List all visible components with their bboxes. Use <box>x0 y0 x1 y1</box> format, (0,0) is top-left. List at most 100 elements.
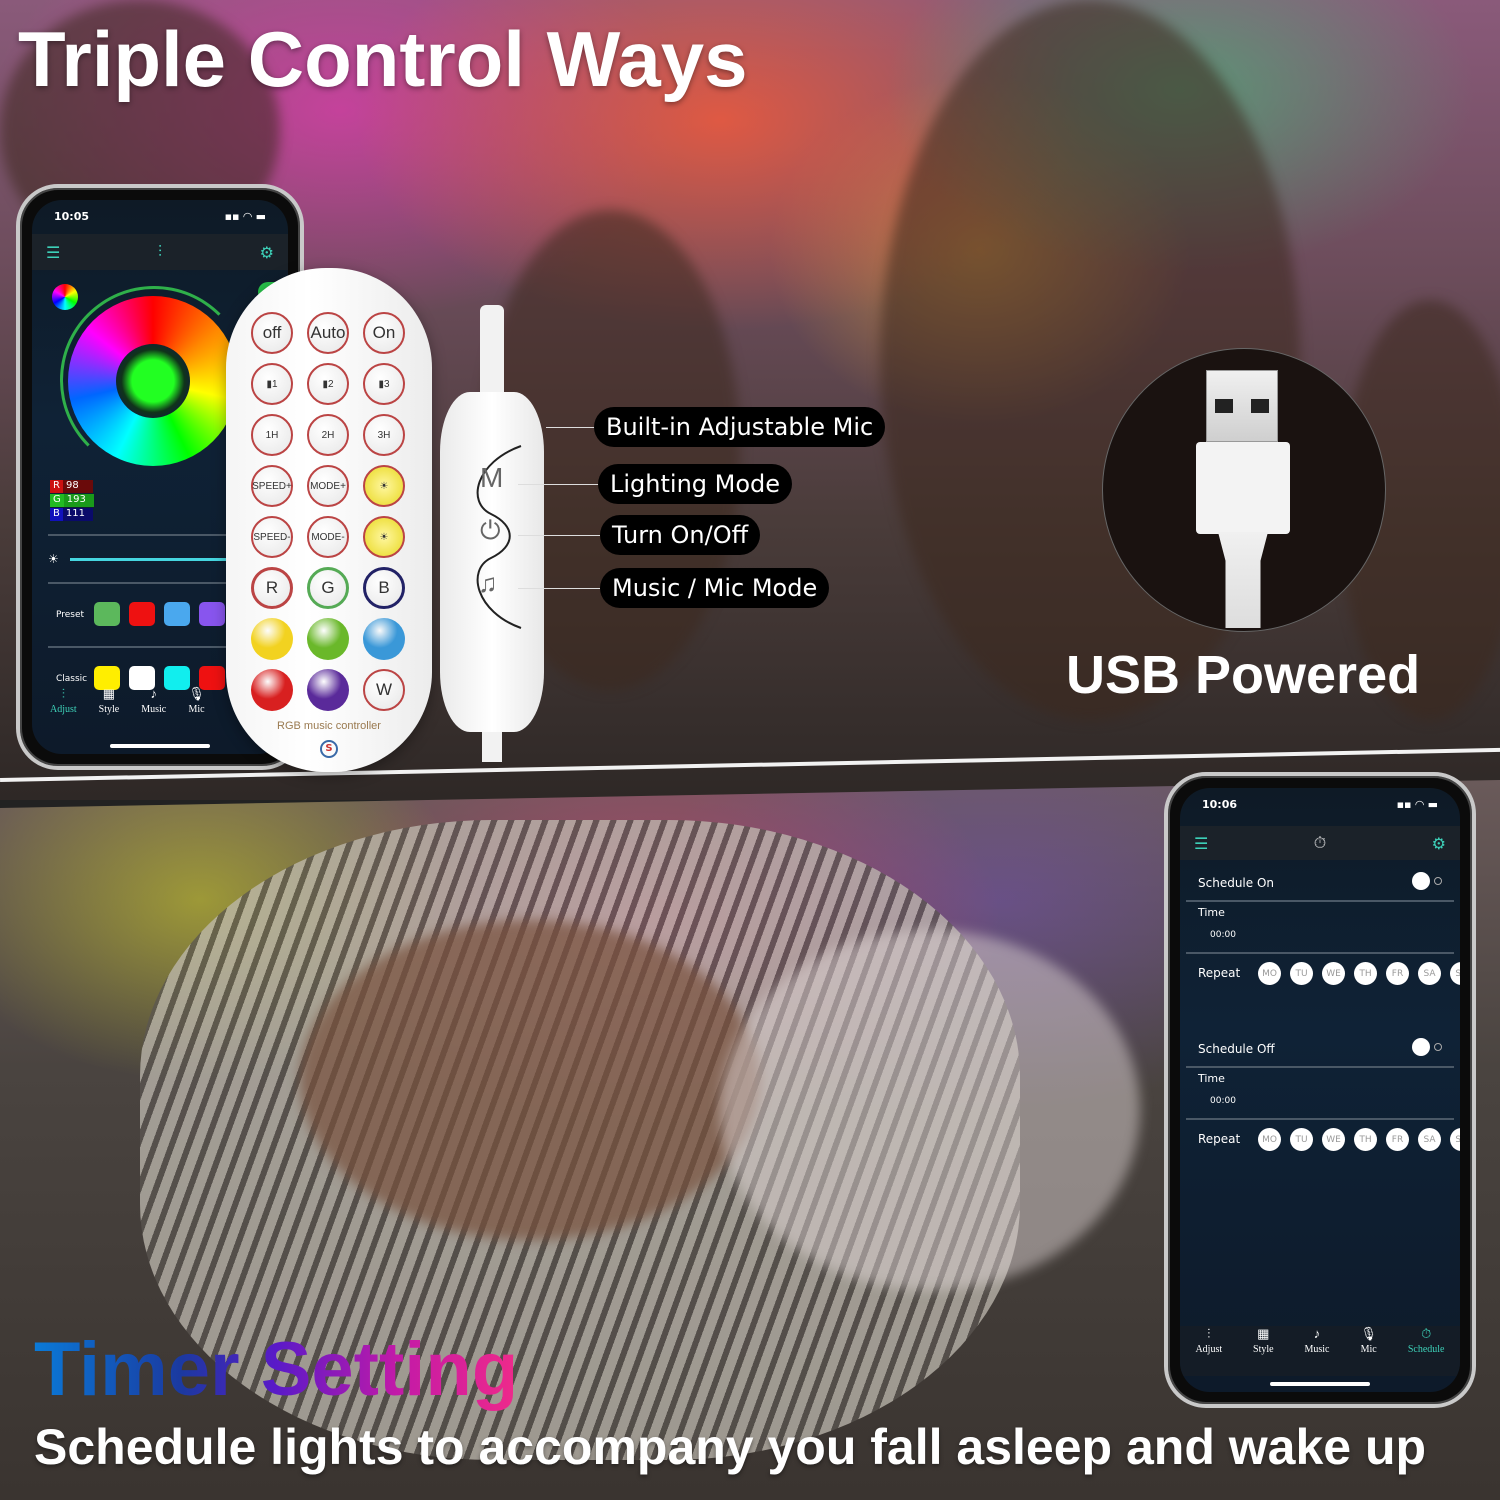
schedule-on-time[interactable]: 00:00 <box>1210 930 1446 940</box>
feature-mic: Built-in Adjustable Mic <box>594 407 886 447</box>
ir-remote: RGB music controller S off Auto On ▮1 ▮2 ▮3 1H… <box>226 268 432 772</box>
remote-button-2h[interactable]: 2H <box>307 414 349 456</box>
remote-button-mode[interactable]: MODE- <box>307 516 349 558</box>
remote-button-g[interactable]: G <box>307 567 349 609</box>
remote-button-r[interactable]: R <box>251 567 293 609</box>
mode-button-icon[interactable]: M <box>480 462 503 494</box>
tab-style[interactable]: ▦ Style <box>99 686 120 736</box>
day-su[interactable]: SU <box>1450 1128 1460 1151</box>
settings-icon[interactable]: ⚙ <box>1432 834 1446 853</box>
music-button-icon[interactable]: ♫ <box>478 568 498 599</box>
home-indicator <box>1270 1382 1370 1386</box>
day-su[interactable]: SU <box>1450 962 1460 985</box>
day-tu[interactable]: TU <box>1290 962 1313 985</box>
day-th[interactable]: TH <box>1354 1128 1377 1151</box>
signal-wifi-battery-icon: ▪▪ ◠ ▬ <box>224 210 266 223</box>
remote-button-3[interactable]: ▮3 <box>363 363 405 405</box>
remote-button-3h[interactable]: 3H <box>363 414 405 456</box>
usb-contact <box>1251 399 1269 413</box>
day-tu[interactable]: TU <box>1290 1128 1313 1151</box>
separator <box>1186 952 1454 954</box>
color-swatch[interactable] <box>129 602 155 626</box>
power-button-icon[interactable]: ⏻ <box>480 515 501 547</box>
brightness-icon: ☀ <box>48 552 59 566</box>
tab-schedule[interactable]: ⏱ Schedule <box>1408 1326 1445 1376</box>
brand-logo: S <box>320 740 338 758</box>
remote-button-speed[interactable]: SPEED+ <box>251 465 293 507</box>
day-we[interactable]: WE <box>1322 1128 1345 1151</box>
remote-button-[interactable]: ☀ <box>363 465 405 507</box>
color-button[interactable] <box>307 618 349 660</box>
remote-button-off[interactable]: off <box>251 312 293 354</box>
feature-lighting-mode: Lighting Mode <box>598 464 793 504</box>
tab-bar: ⫶ Adjust ▦ Style ♪ Music 🎙 Mic ⏱ Schedule <box>1180 1326 1460 1376</box>
sliders-icon[interactable]: ⫶ <box>158 242 162 262</box>
remote-button-speed[interactable]: SPEED- <box>251 516 293 558</box>
schedule-off-time[interactable]: 00:00 <box>1210 1096 1446 1106</box>
tab-mic[interactable]: 🎙 Mic <box>188 686 205 736</box>
color-swatch[interactable] <box>94 602 120 626</box>
settings-icon[interactable]: ⚙ <box>260 243 274 262</box>
menu-icon[interactable]: ☰ <box>46 243 60 262</box>
cable-top <box>480 305 504 397</box>
remote-button-auto[interactable]: Auto <box>307 312 349 354</box>
remote-button-[interactable]: ☀ <box>363 516 405 558</box>
color-wheel[interactable] <box>68 296 238 466</box>
sleeping-man <box>300 920 760 1240</box>
r-label: R <box>50 480 63 493</box>
timer-title: Timer Setting <box>34 1327 519 1412</box>
music-icon: ♪ <box>1313 1326 1321 1341</box>
day-mo[interactable]: MO <box>1258 1128 1281 1151</box>
time-label: Time <box>1198 906 1225 919</box>
schedule-on-label: Schedule On <box>1198 876 1275 890</box>
phone-app-schedule: 10:06 ▪▪ ◠ ▬ ☰ ⏱ ⚙ Schedule On Time 00:0… <box>1164 772 1476 1408</box>
tab-label: Mic <box>1360 1344 1377 1355</box>
tab-label: Adjust <box>50 704 77 715</box>
day-sa[interactable]: SA <box>1418 962 1441 985</box>
day-fr[interactable]: FR <box>1386 962 1409 985</box>
leader-line <box>546 427 598 428</box>
remote-button-1h[interactable]: 1H <box>251 414 293 456</box>
color-button[interactable] <box>251 618 293 660</box>
color-swatch[interactable] <box>164 602 190 626</box>
clock: 10:05 <box>54 210 90 223</box>
schedule-on-toggle[interactable] <box>1412 872 1442 890</box>
remote-button-mode[interactable]: MODE+ <box>307 465 349 507</box>
remote-button-w[interactable]: W <box>363 669 405 711</box>
time-label: Time <box>1198 1072 1225 1085</box>
tab-label: Adjust <box>1195 1344 1223 1355</box>
tab-label: Schedule <box>1407 1344 1445 1355</box>
feature-music-mic-mode: Music / Mic Mode <box>600 568 830 608</box>
day-we[interactable]: WE <box>1322 962 1345 985</box>
tab-music[interactable]: ♪ Music <box>1305 1326 1330 1376</box>
classic-label: Classic <box>56 674 88 684</box>
menu-icon[interactable]: ☰ <box>1194 834 1208 853</box>
remote-button-2[interactable]: ▮2 <box>307 363 349 405</box>
stopwatch-icon: ⏱ <box>1313 833 1327 852</box>
tab-mic[interactable]: 🎙 Mic <box>1360 1326 1377 1376</box>
tab-adjust[interactable]: ⫶ Adjust <box>50 686 77 736</box>
rgb-readout: R 98 G 193 B 111 <box>50 480 94 522</box>
day-fr[interactable]: FR <box>1386 1128 1409 1151</box>
remote-button-b[interactable]: B <box>363 567 405 609</box>
color-button[interactable] <box>307 669 349 711</box>
separator <box>1186 1118 1454 1120</box>
tab-style[interactable]: ▦ Style <box>1253 1326 1274 1376</box>
color-button[interactable] <box>363 618 405 660</box>
day-th[interactable]: TH <box>1354 962 1377 985</box>
schedule-off-toggle[interactable] <box>1412 1038 1442 1056</box>
adjust-icon: ⫶ <box>1207 1326 1211 1341</box>
day-mo[interactable]: MO <box>1258 962 1281 985</box>
color-preview-icon[interactable] <box>52 284 78 310</box>
tab-adjust[interactable]: ⫶ Adjust <box>1195 1326 1222 1376</box>
g-value: 193 <box>63 494 94 507</box>
remote-button-on[interactable]: On <box>363 312 405 354</box>
tab-music[interactable]: ♪ Music <box>141 686 166 736</box>
tab-label: Music <box>1304 1344 1330 1355</box>
color-swatch[interactable] <box>199 602 225 626</box>
day-sa[interactable]: SA <box>1418 1128 1441 1151</box>
usb-plug-metal <box>1206 370 1278 442</box>
leader-line <box>518 535 600 536</box>
remote-button-1[interactable]: ▮1 <box>251 363 293 405</box>
color-button[interactable] <box>251 669 293 711</box>
